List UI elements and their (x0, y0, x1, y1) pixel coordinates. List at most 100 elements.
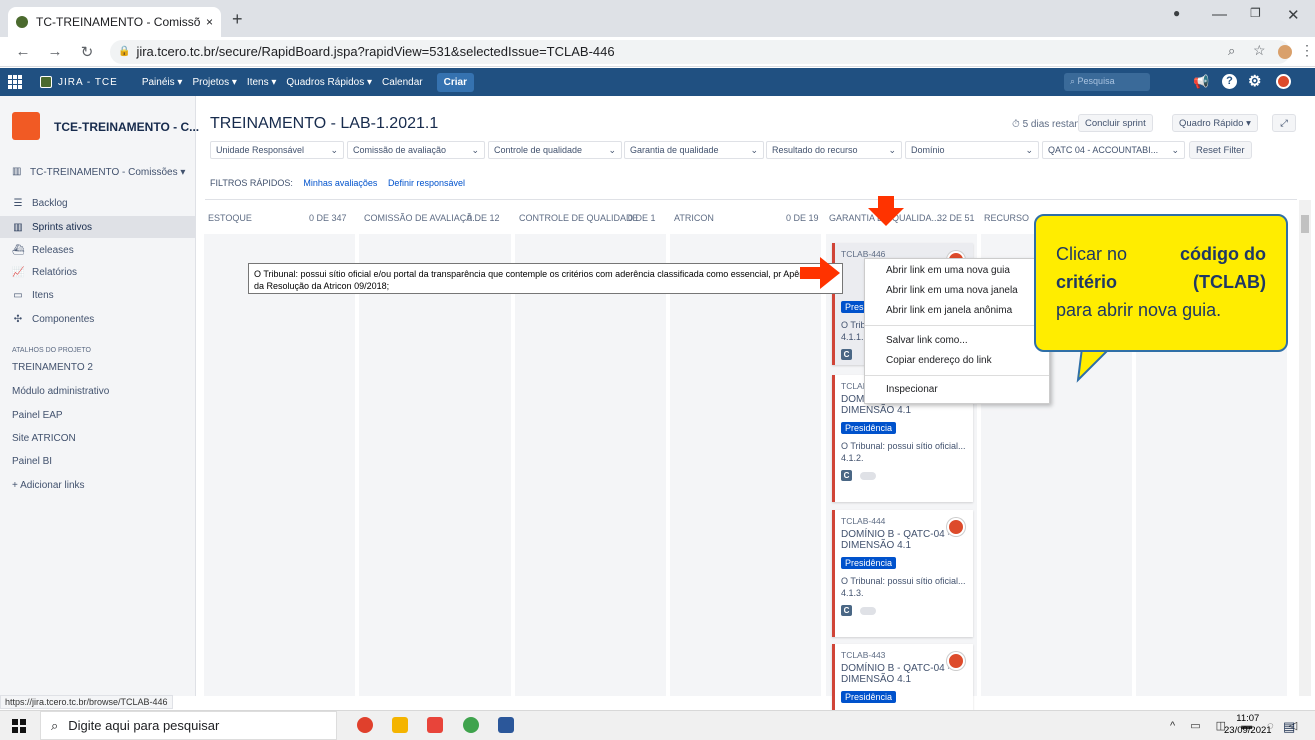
shortcut-link[interactable]: Painel BI (12, 456, 52, 467)
utorrent-icon[interactable] (463, 717, 479, 733)
star-icon[interactable]: ☆ (1253, 42, 1266, 59)
filter-label: Comissão de avaliação (353, 145, 447, 155)
url-field[interactable]: 🔒 jira.tcero.tc.br/secure/RapidBoard.jsp… (110, 39, 1290, 64)
issue-card[interactable]: TCLAB-443 DOMÍNIO B - QATC-04 - DIMENSÃO… (832, 644, 973, 710)
word-icon[interactable] (498, 717, 514, 733)
sidebar-item-issues[interactable]: ▭ Itens (0, 284, 196, 306)
chevron-down-icon: ⌄ (1171, 144, 1179, 155)
quick-filters: FILTROS RÁPIDOS: Minhas avaliações Defin… (210, 178, 473, 188)
announcement-icon[interactable]: 📢 (1193, 74, 1209, 90)
reset-filter-button[interactable]: Reset Filter (1189, 141, 1252, 159)
ctx-inspect[interactable]: Inspecionar (886, 384, 938, 395)
menu-boards[interactable]: Quadros Rápidos ▾ (286, 77, 372, 88)
file-explorer-icon[interactable] (392, 717, 408, 733)
clock-time: 11:07 (1236, 713, 1260, 724)
sidebar-item-releases[interactable]: ⛴ Releases (0, 239, 196, 261)
filter-qatc[interactable]: QATC 04 - ACCOUNTABI... ⌄ (1042, 141, 1185, 159)
chevron-down-icon: ⌄ (330, 144, 338, 155)
complete-sprint-button[interactable]: Concluir sprint (1078, 114, 1153, 132)
epic-badge: Presidência (841, 422, 897, 434)
assignee-avatar (947, 518, 965, 536)
filter-comissao[interactable]: Comissão de avaliação ⌄ (347, 141, 485, 159)
search-input[interactable]: ⌕ Pesquisa (1064, 73, 1150, 91)
quick-filter-my-reviews[interactable]: Minhas avaliações (303, 178, 377, 188)
close-tab-icon[interactable]: × (206, 15, 213, 29)
column-header: COMISSÃO DE AVALIAÇÃ... (364, 213, 480, 223)
sidebar-item-active-sprints[interactable]: ▥ Sprints ativos (0, 216, 196, 238)
taskbar-search[interactable]: ⌕ Digite aqui para pesquisar (40, 711, 337, 740)
ctx-open-new-tab[interactable]: Abrir link em uma nova guia (886, 265, 1010, 276)
settings-gear-icon[interactable]: ⚙ (1248, 72, 1261, 90)
maximize-icon[interactable]: ❐ (1250, 6, 1261, 20)
quick-filter-assign[interactable]: Definir responsável (388, 178, 465, 188)
shortcut-link[interactable]: Módulo administrativo (12, 386, 109, 397)
user-avatar[interactable] (1276, 74, 1291, 89)
issue-card[interactable]: TCLAB-444 DOMÍNIO B - QATC-04 - DIMENSÃO… (832, 510, 973, 637)
new-tab-button[interactable]: + (232, 9, 243, 30)
status-bar-url: https://jira.tcero.tc.br/browse/TCLAB-44… (0, 695, 173, 709)
filter-label: Resultado do recurso (772, 145, 858, 155)
column-header: ESTOQUE (208, 213, 252, 223)
chevron-down-icon: ⌄ (888, 144, 896, 155)
shortcut-link[interactable]: Painel EAP (12, 410, 63, 421)
account-avatar[interactable] (1278, 45, 1292, 59)
filter-unidade[interactable]: Unidade Responsável ⌄ (210, 141, 344, 159)
jira-brand[interactable]: JIRA - TCE (58, 77, 118, 88)
project-name[interactable]: TCE-TREINAMENTO - C... (54, 120, 199, 134)
anydesk-icon[interactable] (427, 717, 443, 733)
callout-text: para abrir nova guia. (1056, 300, 1222, 320)
taskbar-clock[interactable]: 11:07 23/09/2021 (1224, 713, 1272, 737)
issue-description: O Tribunal: possui sítio oficial... (841, 441, 966, 451)
ctx-save-link[interactable]: Salvar link como... (886, 335, 968, 346)
issue-type-icon: C (841, 605, 852, 616)
column-controle (515, 234, 666, 696)
menu-issues[interactable]: Itens ▾ (247, 77, 276, 88)
sidebar-item-label: Itens (32, 289, 54, 301)
menu-dashboards[interactable]: Painéis ▾ (142, 77, 183, 88)
notifications-icon[interactable]: ▤ (1283, 719, 1295, 735)
page-scrollbar[interactable] (1299, 200, 1311, 696)
project-avatar-icon[interactable] (12, 112, 40, 140)
create-button[interactable]: Criar (436, 72, 474, 92)
epic-badge: Presidência (841, 557, 897, 569)
jira-logo-icon[interactable] (40, 76, 52, 88)
filter-resultado[interactable]: Resultado do recurso ⌄ (766, 141, 902, 159)
column-atricon (670, 234, 821, 696)
shortcut-link[interactable]: Site ATRICON (12, 433, 76, 444)
menu-projects[interactable]: Projetos ▾ (192, 77, 236, 88)
address-bar: ← → ↻ 🔒 jira.tcero.tc.br/secure/RapidBoa… (0, 37, 1315, 67)
menu-calendar[interactable]: Calendar (382, 77, 423, 88)
reload-icon[interactable]: ↻ (78, 43, 96, 61)
windows-start-icon[interactable] (12, 719, 26, 733)
taskbar-search-placeholder: Digite aqui para pesquisar (68, 718, 220, 733)
sidebar-item-reports[interactable]: 📈 Relatórios (0, 261, 196, 283)
filter-dominio[interactable]: Domínio ⌄ (905, 141, 1039, 159)
filter-garantia[interactable]: Garantia de qualidade ⌄ (624, 141, 764, 159)
sidebar-item-backlog[interactable]: ☰ Backlog (0, 192, 196, 214)
url-text: jira.tcero.tc.br/secure/RapidBoard.jspa?… (136, 44, 615, 59)
close-window-icon[interactable]: ✕ (1287, 6, 1300, 24)
board-selector[interactable]: TC-TREINAMENTO - Comissões ▾ (30, 167, 185, 178)
shortcut-link[interactable]: TREINAMENTO 2 (12, 362, 93, 373)
fullscreen-icon[interactable]: ⤢ (1272, 114, 1296, 132)
ctx-open-incognito[interactable]: Abrir link em janela anônima (886, 305, 1012, 316)
add-links-button[interactable]: + Adicionar links (12, 480, 85, 491)
minimize-icon[interactable]: — (1212, 6, 1227, 23)
sidebar-item-components[interactable]: ✣ Componentes (0, 308, 196, 330)
chrome-icon[interactable] (357, 717, 373, 733)
profile-icon[interactable]: ● (1173, 6, 1180, 20)
app-switcher-icon[interactable] (8, 75, 22, 89)
ctx-copy-link[interactable]: Copiar endereço do link (886, 355, 992, 366)
column-count: 0 DE 1 (628, 213, 656, 223)
quick-board-button[interactable]: Quadro Rápido ▾ (1172, 114, 1258, 132)
back-icon[interactable]: ← (14, 43, 32, 60)
scrollbar-thumb[interactable] (1301, 215, 1309, 233)
filter-label: Garantia de qualidade (630, 145, 719, 155)
zoom-icon[interactable]: ⌕ (1228, 43, 1235, 59)
browser-menu-icon[interactable]: ⋮ (1300, 42, 1314, 59)
filter-controle[interactable]: Controle de qualidade ⌄ (488, 141, 622, 159)
forward-icon[interactable]: → (46, 43, 64, 60)
browser-tab[interactable]: TC-TREINAMENTO - Comissões - × (8, 7, 221, 37)
help-icon[interactable]: ? (1222, 74, 1237, 89)
ctx-open-new-window[interactable]: Abrir link em uma nova janela (886, 285, 1018, 296)
